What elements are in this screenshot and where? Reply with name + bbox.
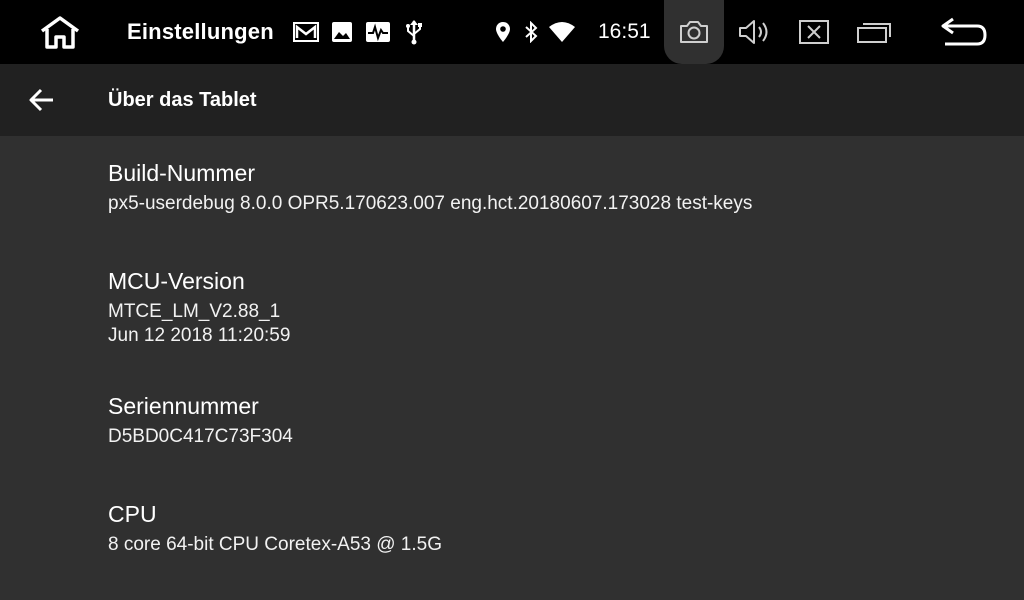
app-title: Einstellungen: [127, 19, 274, 44]
page-title: Über das Tablet: [108, 89, 257, 111]
pref-mcu-version[interactable]: MCU-Version MTCE_LM_V2.88_1 Jun 12 2018 …: [108, 266, 290, 348]
pref-title: CPU: [108, 501, 157, 527]
pref-title: Seriennummer: [108, 393, 259, 419]
image-icon: [329, 0, 355, 64]
pref-summary: MTCE_LM_V2.88_1 Jun 12 2018 11:20:59: [108, 301, 291, 346]
pref-summary: D5BD0C417C73F304: [108, 426, 293, 447]
pref-cpu[interactable]: CPU 8 core 64-bit CPU Coretex-A53 @ 1.5G: [108, 499, 442, 557]
usb-icon: [402, 0, 426, 64]
location-icon: [492, 0, 514, 64]
close-window-icon[interactable]: [796, 0, 832, 64]
gmail-icon: [292, 0, 320, 64]
pref-build-number[interactable]: Build-Nummer px5-userdebug 8.0.0 OPR5.17…: [108, 158, 752, 216]
preference-list: Build-Nummer px5-userdebug 8.0.0 OPR5.17…: [108, 136, 1024, 600]
camera-icon[interactable]: [676, 0, 712, 64]
pref-title: MCU-Version: [108, 268, 245, 294]
status-bar: Einstellungen 16:51: [0, 0, 1024, 64]
bluetooth-icon: [520, 0, 542, 64]
wifi-icon: [547, 0, 577, 64]
action-bar: Über das Tablet: [0, 64, 1024, 136]
home-icon[interactable]: [34, 0, 86, 64]
activity-icon: [364, 0, 392, 64]
pref-title: Build-Nummer: [108, 160, 255, 186]
pref-serial-number[interactable]: Seriennummer D5BD0C417C73F304: [108, 391, 293, 449]
arrow-left-icon[interactable]: [22, 78, 62, 122]
recent-apps-icon[interactable]: [855, 0, 895, 64]
pref-summary: 8 core 64-bit CPU Coretex-A53 @ 1.5G: [108, 534, 442, 555]
volume-icon[interactable]: [735, 0, 773, 64]
back-return-icon[interactable]: [938, 0, 990, 64]
clock: 16:51: [598, 20, 651, 43]
pref-summary: px5-userdebug 8.0.0 OPR5.170623.007 eng.…: [108, 193, 753, 214]
